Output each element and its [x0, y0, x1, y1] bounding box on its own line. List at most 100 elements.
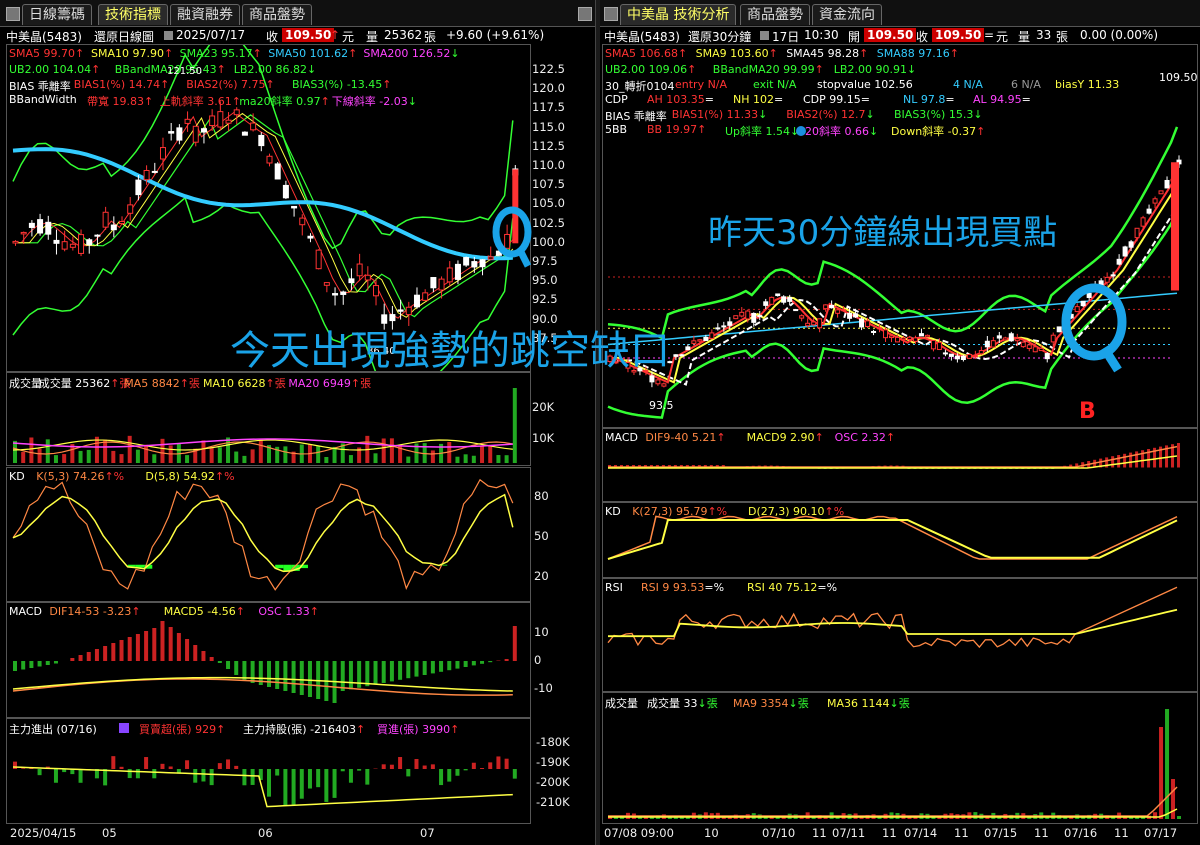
legend-entry: 成交量: [9, 375, 42, 391]
tab-technical-analysis[interactable]: 中美晶 技術分析: [620, 4, 737, 25]
legend-entry: KD: [9, 470, 25, 483]
close-label: 收: [266, 30, 279, 44]
intraday-kd-panel[interactable]: KD K(27,3) 95.79↑% D(27,3) 90.10↑%: [602, 502, 1198, 578]
time-axis-tick: 07/15: [984, 826, 1018, 840]
up-arrow-icon: ↑: [265, 78, 275, 91]
up-arrow-icon: ↑: [382, 78, 392, 91]
tab-margin-trading[interactable]: 融資融券: [170, 4, 240, 25]
legend-entry: 帶寬 19.83↑: [87, 93, 153, 109]
price-unit: 元: [996, 30, 1009, 44]
legend-entry: K(5,3) 74.26↑%: [36, 470, 124, 483]
macd-axis-tick: 0: [534, 653, 542, 667]
tab-market-overview[interactable]: 商品盤勢: [242, 4, 312, 25]
close-icon[interactable]: [578, 7, 592, 21]
legend-text: BIAS 乖離率: [9, 80, 71, 93]
legend-entry: 上軌斜率 3.61↑: [160, 93, 241, 109]
equal-icon: =: [984, 28, 995, 42]
legend-entry: SMA23 95.17↑: [180, 47, 262, 60]
legend-text: 20斜率 0.66: [805, 125, 869, 138]
tab-daily-chips[interactable]: 日線籌碼: [22, 4, 92, 25]
price-axis-tick: 112.5: [532, 138, 565, 153]
up-arrow-icon: ↑: [320, 95, 330, 108]
legend-entry: 20斜率 0.66↓: [805, 123, 878, 139]
up-arrow-icon: ↑: [859, 47, 869, 60]
right-quote-header: 中美晶(5483) 還原30分鐘 17日 10:30 開 109.50 收 10…: [600, 26, 1200, 44]
legend-entry: stopvalue 102.56: [817, 78, 913, 91]
volume-value: 33: [1036, 28, 1052, 42]
main-force-axis-tick: -200K: [536, 775, 570, 789]
settings-icon[interactable]: [164, 31, 173, 40]
down-arrow-icon: ↓張: [788, 697, 809, 710]
chart-mode-label[interactable]: 還原30分鐘: [688, 28, 751, 45]
daily-volume-panel[interactable]: 成交量 成交量 25362↑張 MA5 8842↑張 MA10 6628↑張 MA20 …: [6, 372, 531, 466]
legend-entry: MACD: [9, 605, 42, 618]
legend-entry: AL 94.95=: [973, 93, 1031, 106]
legend-text: LB2.00 90.91: [833, 63, 907, 76]
down-arrow-icon: ↓: [790, 125, 800, 138]
intraday-volume-panel[interactable]: 成交量 成交量 33↓張 MA9 3354↓張 MA36 1144↓張: [602, 692, 1198, 824]
legend-entry: 買進(張) 3990↑: [377, 721, 459, 737]
legend-entry: 6 N/A: [1011, 78, 1041, 91]
legend-text: KD: [605, 505, 621, 518]
legend-entry: BIAS1(%) 14.74↑: [74, 78, 170, 91]
legend-text: MACD: [9, 605, 42, 618]
legend-text: MA9 3354: [733, 697, 789, 710]
price-axis-tick: 120.0: [532, 81, 565, 96]
volume-label: 量: [366, 30, 379, 44]
legend-entry: BIAS1(%) 11.33↓: [672, 108, 768, 121]
intraday-rsi-panel[interactable]: RSI RSI 9 93.53=% RSI 40 75.12=%: [602, 578, 1198, 692]
daily-macd-panel[interactable]: MACD DIF14-53 -3.23↑ MACD5 -4.56↑ OSC 1.33↑: [6, 602, 531, 718]
up-arrow-icon: ↑: [330, 28, 341, 42]
legend-entry: K(27,3) 95.79↑%: [632, 505, 727, 518]
daily-kd-panel[interactable]: KD K(5,3) 74.26↑% D(5,8) 54.92↑%: [6, 467, 531, 602]
legend-text: D(27,3) 90.10: [748, 505, 825, 518]
legend-text: MA36 1144: [827, 697, 890, 710]
tab-market-overview[interactable]: 商品盤勢: [740, 4, 810, 25]
legend-entry: MA9 3354↓張: [733, 695, 809, 711]
daily-kd-chart: [12, 478, 514, 591]
legend-entry: D(5,8) 54.92↑%: [145, 470, 234, 483]
up-arrow-icon: ↑張: [350, 377, 372, 390]
legend-entry: OSC 2.32↑: [835, 431, 896, 444]
legend-text: 成交量 33: [647, 697, 698, 710]
daily-main-force-panel[interactable]: 主力進出 (07/16) 買賣超(張) 929↑ 主力持股(張) -216403↑ 買…: [6, 718, 531, 824]
legend-text: SMA200 126.52: [363, 47, 451, 60]
legend-text: SMA9 103.60: [695, 47, 769, 60]
legend-entry: BIAS3(%) 15.3↓: [894, 108, 983, 121]
high-price-note: 121.50: [167, 66, 202, 77]
up-arrow-icon: ↑: [252, 47, 262, 60]
legend-entry: BIAS2(%) 7.75↑: [186, 78, 275, 91]
legend-text: Up斜率 1.54: [725, 125, 791, 138]
legend-text: BIAS2(%) 12.7: [786, 108, 866, 121]
intraday-macd-panel[interactable]: MACD DIF9-40 5.21↑ MACD9 2.90↑ OSC 2.32↑: [602, 428, 1198, 502]
legend-text: SMA10 97.90: [91, 47, 164, 60]
down-arrow-icon: ↓張: [697, 697, 718, 710]
up-arrow-icon: ↑: [716, 431, 726, 444]
window-menu-icon[interactable]: [6, 7, 20, 21]
time-axis-tick: 11: [1034, 826, 1049, 840]
price-change: +9.60 (+9.61%): [446, 28, 545, 42]
equal-icon: =: [774, 93, 784, 106]
list-icon[interactable]: [119, 723, 129, 733]
legend-text: D(5,8) 54.92: [145, 470, 215, 483]
legend-text: UB2.00 104.04: [9, 63, 92, 76]
legend-entry: MA10 6628↑張: [203, 375, 286, 391]
close-label: 收: [916, 30, 929, 44]
window-menu-icon[interactable]: [604, 7, 618, 21]
up-arrow-icon: ↑: [91, 63, 101, 76]
time-axis-tick: 07/10: [762, 826, 796, 840]
legend-text: 買賣超(張) 929: [139, 723, 217, 736]
legend-text: entry N/A: [675, 78, 728, 91]
settings-icon[interactable]: [760, 31, 769, 40]
legend-text: BIAS1(%) 11.33: [671, 108, 759, 121]
volume-axis-tick: 20K: [532, 400, 555, 414]
legend-text: 成交量: [605, 697, 638, 710]
legend-entry: SMA45 98.28↑: [786, 47, 868, 60]
legend-text: BBandWidth: [9, 93, 77, 106]
tab-fund-flow[interactable]: 資金流向: [812, 4, 882, 25]
legend-entry: 成交量 25362↑張: [39, 375, 131, 391]
tab-technical-indicators[interactable]: 技術指標: [98, 4, 168, 25]
chart-mode-label[interactable]: 還原日線圖: [94, 28, 154, 45]
down-arrow-icon: ↓張: [889, 697, 910, 710]
legend-text: 6 N/A: [1011, 78, 1041, 91]
